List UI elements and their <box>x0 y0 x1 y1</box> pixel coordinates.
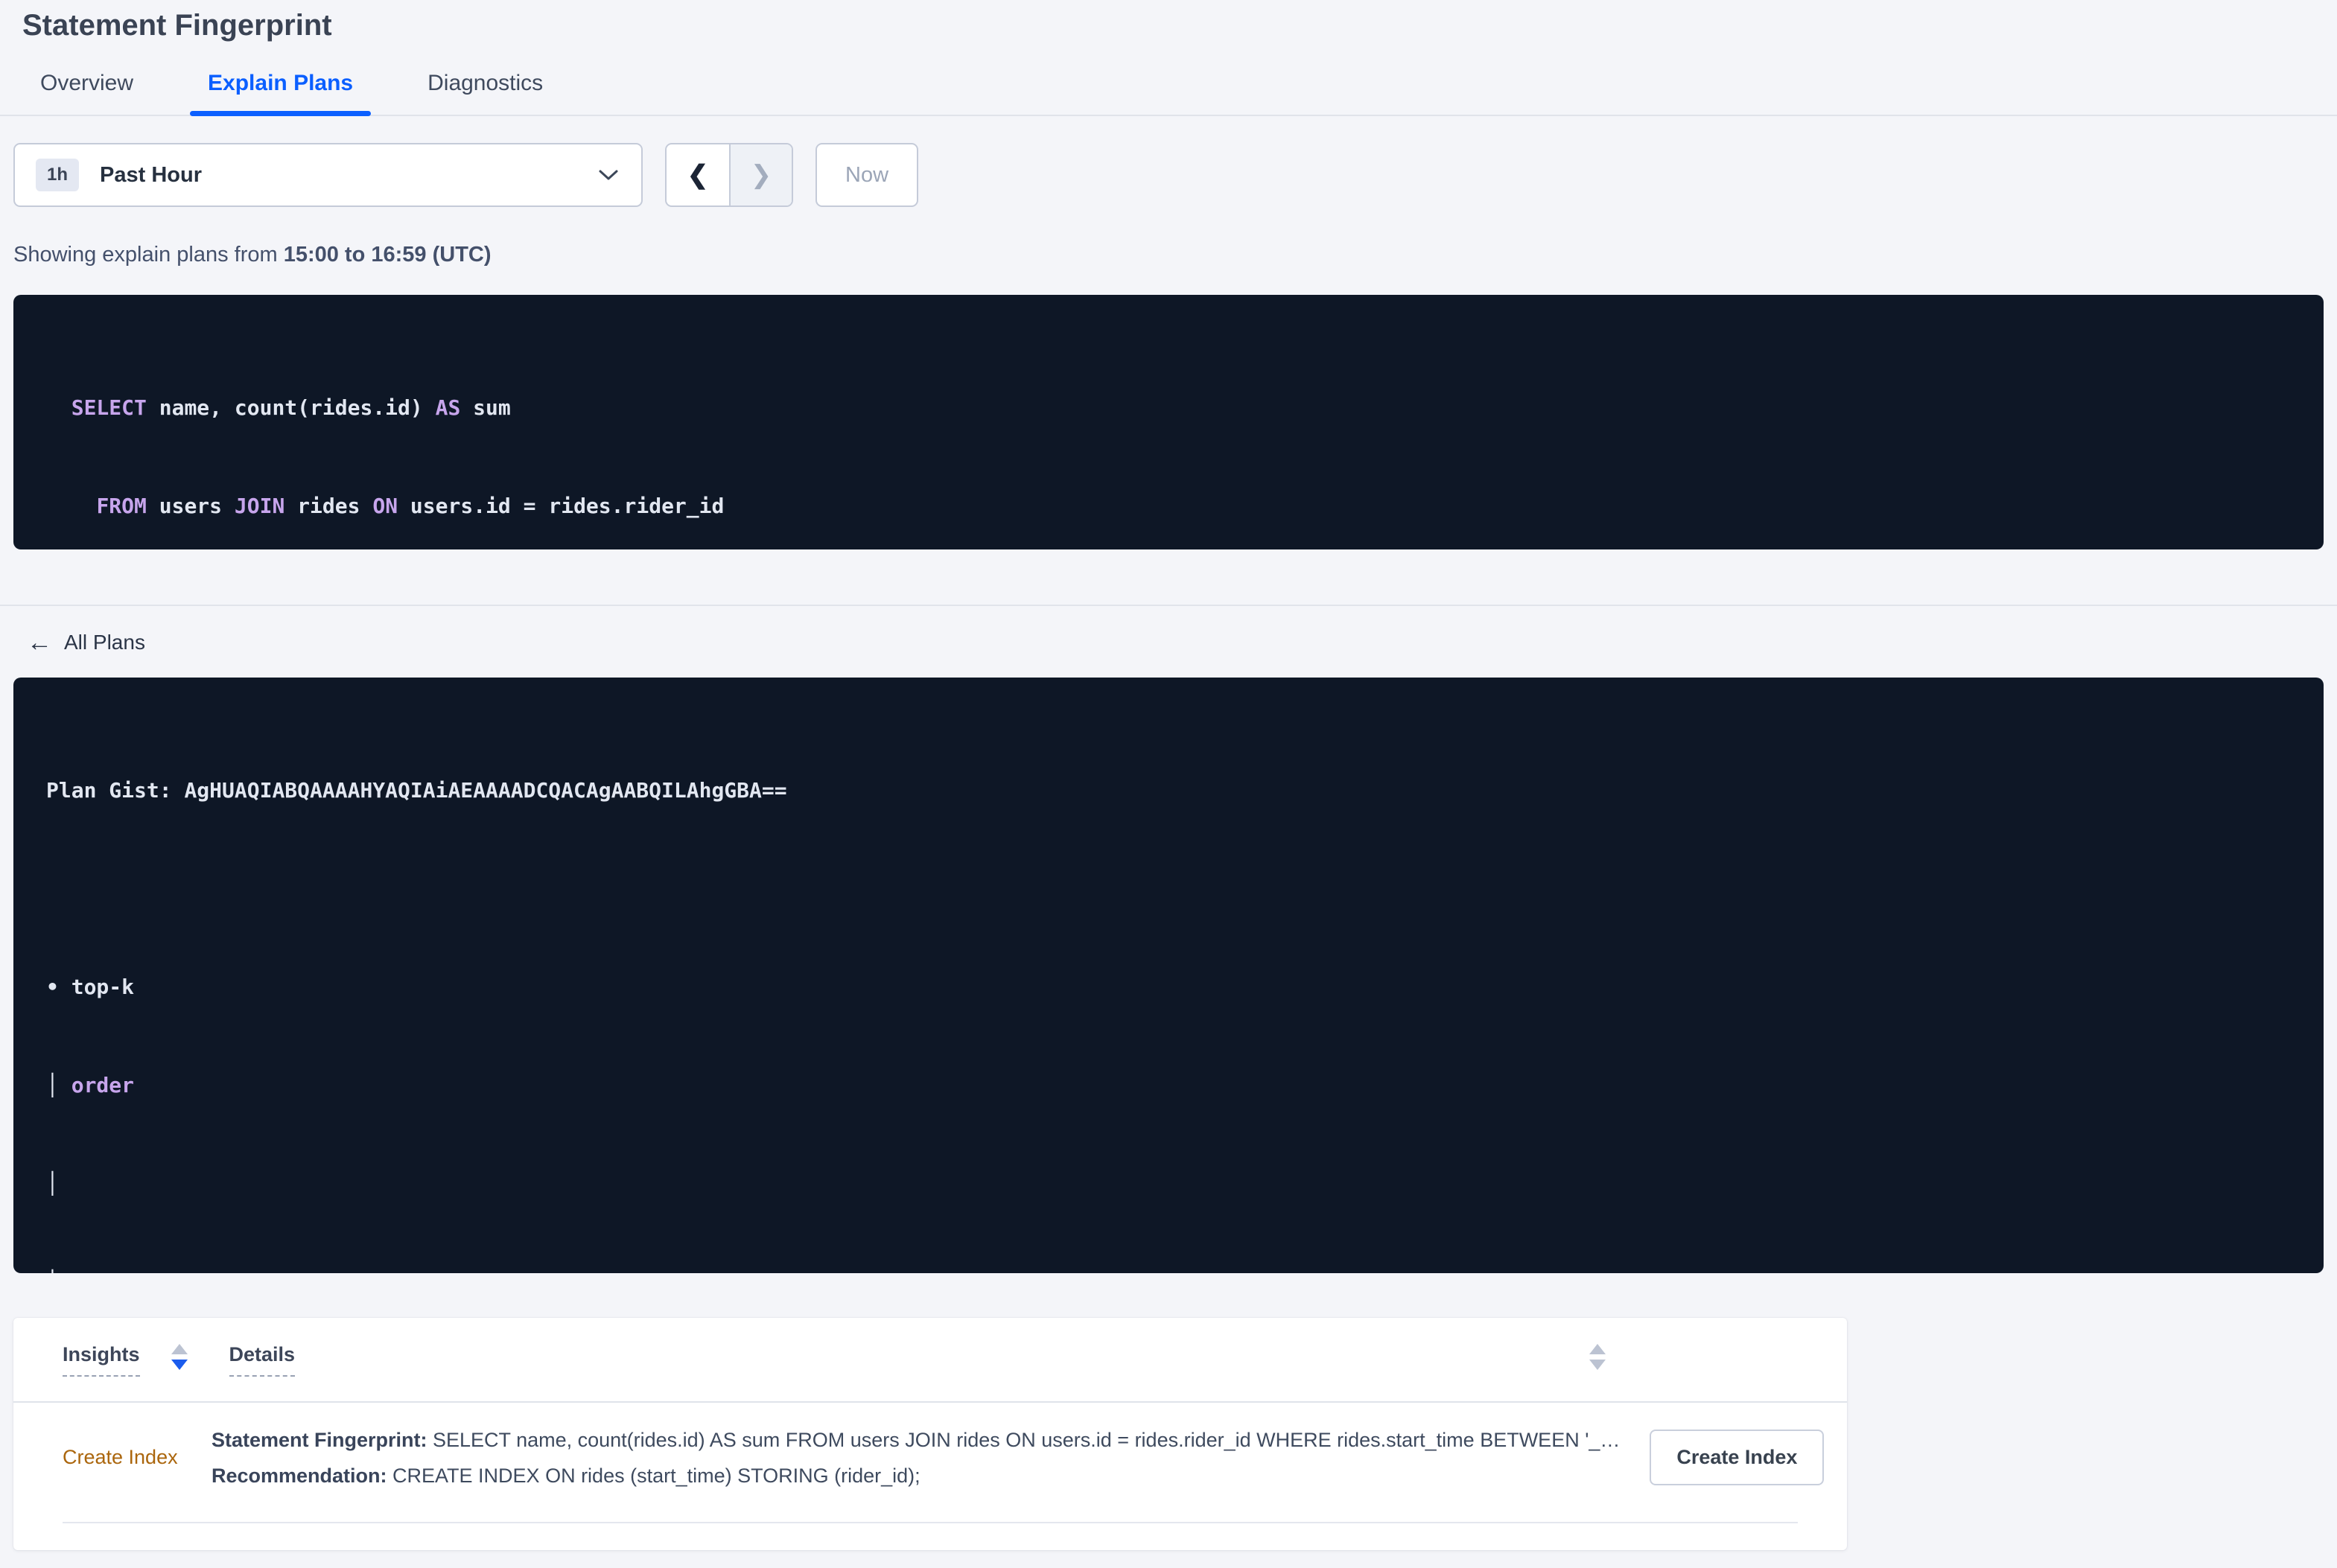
plan-tree-line: │ order <box>46 1073 135 1097</box>
recommendation-text: CREATE INDEX ON rides (start_time) STORI… <box>392 1465 921 1487</box>
tab-bar: Overview Explain Plans Diagnostics <box>0 57 2337 116</box>
next-interval-button[interactable]: ❯ <box>729 144 792 205</box>
showing-plans-text: Showing explain plans from 15:00 to 16:5… <box>13 241 2324 268</box>
arrow-left-icon: ← <box>27 628 52 657</box>
tab-overview[interactable]: Overview <box>18 57 156 115</box>
page: Statement Fingerprint Overview Explain P… <box>0 0 2337 1550</box>
statement-fingerprint-line: Statement Fingerprint: SELECT name, coun… <box>212 1422 1620 1458</box>
sql-line: FROM users JOIN rides ON users.id = ride… <box>96 494 725 518</box>
sql-statement-block: SELECT name, count(rides.id) AS sum FROM… <box>13 295 2324 549</box>
time-range-value: 15:00 to 16:59 (UTC) <box>283 243 492 267</box>
insight-details-cell: Statement Fingerprint: SELECT name, coun… <box>212 1422 1650 1494</box>
row-divider <box>63 1522 1798 1523</box>
time-range-dropdown[interactable]: 1h Past Hour <box>13 143 643 207</box>
section-divider <box>0 605 2337 606</box>
insights-table-card: Insights Details Create Index Statement … <box>13 1318 1847 1550</box>
insights-table-header: Insights Details <box>13 1318 1847 1403</box>
tab-diagnostics[interactable]: Diagnostics <box>405 57 565 115</box>
sort-up-triangle <box>171 1343 188 1354</box>
plan-tree-line: • top-k <box>46 975 135 999</box>
sort-insights-icon[interactable] <box>171 1343 188 1370</box>
all-plans-label: All Plans <box>64 631 145 654</box>
statement-fingerprint-text: SELECT name, count(rides.id) AS sum FROM… <box>433 1429 1621 1451</box>
column-header-insights[interactable]: Insights <box>63 1343 140 1377</box>
statement-fingerprint-label: Statement Fingerprint: <box>212 1429 433 1451</box>
all-plans-link[interactable]: ← All Plans <box>27 630 145 655</box>
plan-gist-block: Plan Gist: AgHUAQIABQAAAAHYAQIAiAEAAAADC… <box>13 678 2324 1273</box>
create-index-button[interactable]: Create Index <box>1650 1430 1825 1485</box>
time-controls: 1h Past Hour ❮ ❯ Now <box>13 143 2324 207</box>
recommendation-label: Recommendation: <box>212 1465 393 1487</box>
sort-up-triangle <box>1589 1343 1606 1354</box>
table-row: Create Index Statement Fingerprint: SELE… <box>13 1403 1847 1494</box>
chevron-down-icon <box>598 168 619 182</box>
time-range-label: Past Hour <box>100 162 202 187</box>
column-header-details[interactable]: Details <box>229 1343 296 1377</box>
previous-interval-button[interactable]: ❮ <box>667 144 729 205</box>
time-range-badge: 1h <box>36 159 80 191</box>
sql-line: SELECT name, count(rides.id) AS sum <box>71 395 511 420</box>
tab-explain-plans[interactable]: Explain Plans <box>185 57 375 116</box>
plan-gist-value: AgHUAQIABQAAAAHYAQIAiAEAAAADCQACAgAABQIL… <box>184 778 787 803</box>
sort-down-triangle <box>171 1359 188 1370</box>
recommendation-line: Recommendation: CREATE INDEX ON rides (s… <box>212 1458 1620 1494</box>
plan-tree-line: └── • group (hash) <box>46 1266 2291 1273</box>
action-cell: Create Index <box>1650 1422 1825 1494</box>
plan-tree-line: │ <box>46 1171 59 1196</box>
now-button[interactable]: Now <box>815 143 919 207</box>
page-title: Statement Fingerprint <box>22 9 332 42</box>
plan-gist-line: Plan Gist: AgHUAQIABQAAAAHYAQIAiAEAAAADC… <box>46 774 2291 807</box>
plan-gist-label: Plan Gist: <box>46 778 185 803</box>
insight-type-link[interactable]: Create Index <box>63 1422 212 1494</box>
time-pager: ❮ ❯ <box>665 143 793 207</box>
showing-plans-prefix: Showing explain plans from <box>13 243 284 267</box>
sort-down-triangle <box>1589 1359 1606 1370</box>
sort-details-icon[interactable] <box>1589 1343 1606 1370</box>
